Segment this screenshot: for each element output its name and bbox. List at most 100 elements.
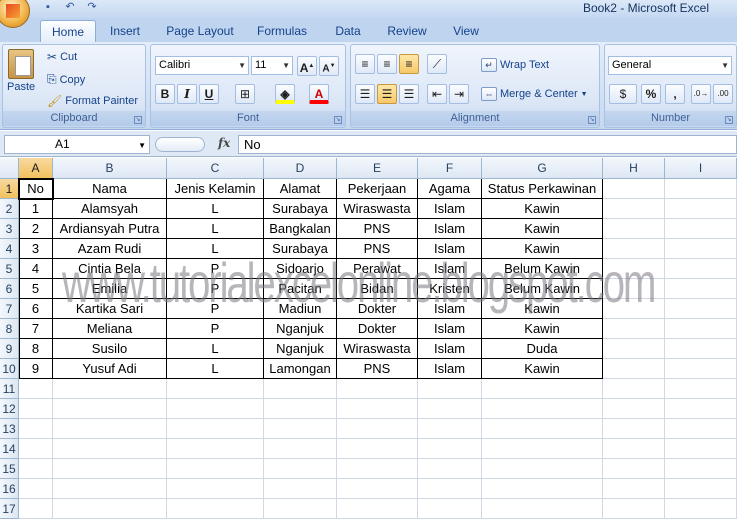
bold-icon[interactable]: B [155,84,175,104]
increase-indent-icon[interactable]: ⇥ [449,84,469,104]
row-header-3[interactable]: 3 [0,219,19,239]
cell-h3[interactable] [603,219,665,239]
decrease-indent-icon[interactable]: ⇤ [427,84,447,104]
cell-c14[interactable] [167,439,264,459]
cell-g6[interactable]: Belum Kawin [482,279,603,299]
cell-c15[interactable] [167,459,264,479]
align-right-icon[interactable]: ☰ [399,84,419,104]
cell-i3[interactable] [665,219,737,239]
cell-f6[interactable]: Kristen [418,279,482,299]
cell-d10[interactable]: Lamongan [264,359,337,379]
cell-c8[interactable]: P [167,319,264,339]
column-header-f[interactable]: F [418,158,482,179]
cell-g12[interactable] [482,399,603,419]
percent-icon[interactable]: % [641,84,661,104]
cell-h15[interactable] [603,459,665,479]
cell-g16[interactable] [482,479,603,499]
row-header-1[interactable]: 1 [0,179,19,199]
cell-f4[interactable]: Islam [418,239,482,259]
cell-h14[interactable] [603,439,665,459]
cell-i16[interactable] [665,479,737,499]
cell-i2[interactable] [665,199,737,219]
cell-a10[interactable]: 9 [19,359,53,379]
cell-c7[interactable]: P [167,299,264,319]
table-header-cell[interactable]: Alamat [264,179,337,199]
column-header-a[interactable]: A [19,158,53,179]
cell-h9[interactable] [603,339,665,359]
cell-f13[interactable] [418,419,482,439]
align-middle-icon[interactable]: ≡ [377,54,397,74]
align-top-icon[interactable]: ≡ [355,54,375,74]
cell-b16[interactable] [53,479,167,499]
column-header-g[interactable]: G [482,158,603,179]
cell-d11[interactable] [264,379,337,399]
orientation-icon[interactable]: ⟋ [427,54,447,74]
save-icon[interactable]: ▪ [40,1,56,13]
alignment-launcher-icon[interactable]: ↘ [588,116,596,124]
grow-font-icon[interactable]: A▲ [297,56,317,76]
row-header-16[interactable]: 16 [0,479,19,499]
cell-b7[interactable]: Kartika Sari [53,299,167,319]
merge-center-button[interactable]: ⇔ Merge & Center ▼ [481,87,588,101]
cell-h8[interactable] [603,319,665,339]
cell-c17[interactable] [167,499,264,519]
column-header-e[interactable]: E [337,158,418,179]
font-size-select[interactable]: 11 ▼ [251,56,293,75]
cell-e2[interactable]: Wiraswasta [337,199,418,219]
cell-e7[interactable]: Dokter [337,299,418,319]
font-launcher-icon[interactable]: ↘ [334,116,342,124]
tab-page-layout[interactable]: Page Layout [160,20,240,42]
cell-a11[interactable] [19,379,53,399]
cell-i15[interactable] [665,459,737,479]
cell-c5[interactable]: P [167,259,264,279]
cell-d15[interactable] [264,459,337,479]
cell-d17[interactable] [264,499,337,519]
cell-e10[interactable]: PNS [337,359,418,379]
cell-a15[interactable] [19,459,53,479]
redo-icon[interactable]: ↷ [84,1,100,13]
cell-h2[interactable] [603,199,665,219]
cell-a8[interactable]: 7 [19,319,53,339]
cell-f14[interactable] [418,439,482,459]
cell-d9[interactable]: Nganjuk [264,339,337,359]
cell-f3[interactable]: Islam [418,219,482,239]
align-bottom-icon[interactable]: ≡ [399,54,419,74]
cell-d12[interactable] [264,399,337,419]
format-painter-button[interactable]: 🖌 Format Painter [47,94,138,108]
accounting-format-icon[interactable]: $ [609,84,637,104]
row-header-14[interactable]: 14 [0,439,19,459]
cell-i10[interactable] [665,359,737,379]
align-center-icon[interactable]: ☰ [377,84,397,104]
cell-i12[interactable] [665,399,737,419]
cell-d4[interactable]: Surabaya [264,239,337,259]
cell-h12[interactable] [603,399,665,419]
cell-g9[interactable]: Duda [482,339,603,359]
cell-e4[interactable]: PNS [337,239,418,259]
cell-h17[interactable] [603,499,665,519]
cell-g14[interactable] [482,439,603,459]
cell-d3[interactable]: Bangkalan [264,219,337,239]
cell-e8[interactable]: Dokter [337,319,418,339]
cell-e12[interactable] [337,399,418,419]
cell-c2[interactable]: L [167,199,264,219]
cell-d14[interactable] [264,439,337,459]
font-name-select[interactable]: Calibri ▼ [155,56,249,75]
cell-g4[interactable]: Kawin [482,239,603,259]
underline-icon[interactable]: U [199,84,219,104]
row-header-17[interactable]: 17 [0,499,19,519]
comma-style-icon[interactable]: , [665,84,685,104]
cell-e16[interactable] [337,479,418,499]
cell-c4[interactable]: L [167,239,264,259]
name-box[interactable]: A1 ▼ [4,135,150,154]
align-left-icon[interactable]: ☰ [355,84,375,104]
cell-h11[interactable] [603,379,665,399]
cell-g5[interactable]: Belum Kawin [482,259,603,279]
cell-g11[interactable] [482,379,603,399]
cell-a9[interactable]: 8 [19,339,53,359]
insert-function-icon[interactable]: fx [218,136,230,150]
cell-c6[interactable]: P [167,279,264,299]
cell-f5[interactable]: Islam [418,259,482,279]
cell-a2[interactable]: 1 [19,199,53,219]
cell-b11[interactable] [53,379,167,399]
cell-h16[interactable] [603,479,665,499]
